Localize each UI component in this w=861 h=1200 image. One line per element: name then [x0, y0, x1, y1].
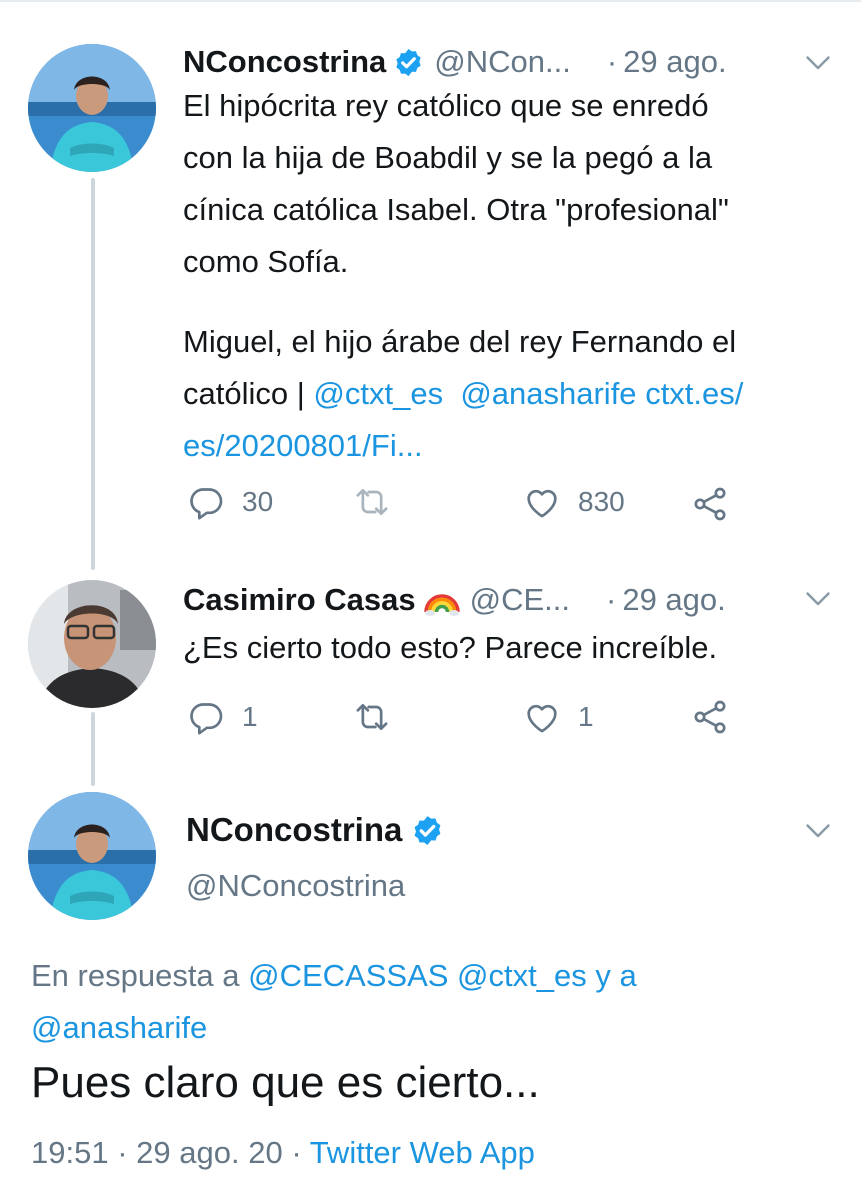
retweet-icon: [352, 482, 392, 522]
tweet-text-paragraph-2: Miguel, el hijo árabe del rey Fernando e…: [183, 316, 833, 472]
url-link[interactable]: es/20200801/Fi...: [183, 428, 423, 463]
url-link[interactable]: ctxt.es/: [645, 376, 743, 411]
author-name[interactable]: NConcostrina: [183, 44, 386, 80]
mention-link[interactable]: @CECASSAS @ctxt_es: [248, 958, 587, 993]
author-handle[interactable]: @NCon...: [434, 44, 571, 80]
chevron-down-icon[interactable]: [800, 580, 836, 616]
source-link[interactable]: Twitter Web App: [310, 1135, 535, 1170]
text-line: católico | @ctxt_es @anasharife ctxt.es/: [183, 368, 833, 420]
reply-and[interactable]: y a: [587, 958, 636, 993]
chevron-down-icon[interactable]: [800, 812, 836, 848]
share-button[interactable]: [690, 484, 730, 524]
text-line: Miguel, el hijo árabe del rey Fernando e…: [183, 324, 737, 359]
tweet-date[interactable]: 29 ago.: [623, 44, 726, 80]
thread-line: [91, 178, 95, 570]
share-button[interactable]: [690, 697, 730, 737]
author-name[interactable]: NConcostrina: [186, 811, 402, 849]
text-line: cínica católica Isabel. Otra "profesiona…: [183, 192, 729, 227]
like-button[interactable]: 1: [522, 697, 594, 737]
tweet-date[interactable]: 29 ago.: [622, 582, 725, 618]
reply-count: 1: [242, 701, 258, 732]
tweet-text: Pues claro que es cierto...: [31, 1058, 540, 1107]
retweet-icon: [352, 697, 392, 737]
share-icon: [690, 484, 730, 524]
avatar[interactable]: [28, 792, 156, 920]
text-line: es/20200801/Fi...: [183, 420, 833, 472]
verified-badge-icon: [411, 814, 444, 847]
mention-link[interactable]: @ctxt_es: [313, 376, 443, 411]
like-icon: [522, 697, 562, 737]
tweet-time[interactable]: 19:51: [31, 1135, 109, 1170]
reply-count: 30: [242, 486, 274, 517]
tweet-text: El hipócrita rey católico que se enredó …: [183, 80, 833, 288]
text-line: como Sofía.: [183, 244, 349, 279]
author-name[interactable]: Casimiro Casas: [183, 582, 416, 618]
separator-dot: ·: [291, 1135, 302, 1170]
author-name-row: NConcostrina: [186, 808, 444, 852]
reply-prefix: En respuesta a: [31, 958, 249, 993]
reply-context: En respuesta a @CECASSAS @ctxt_es y a @a…: [31, 950, 831, 1054]
share-icon: [690, 697, 730, 737]
text-line: El hipócrita rey católico que se enredó: [183, 88, 709, 123]
like-count: 1: [578, 701, 594, 732]
chevron-down-icon[interactable]: [800, 44, 836, 80]
tweet-date[interactable]: 29 ago. 20: [136, 1135, 283, 1170]
separator-dot: ·: [117, 1135, 128, 1170]
like-count: 830: [578, 486, 625, 517]
separator-dot: ·: [606, 582, 617, 617]
avatar[interactable]: [28, 44, 156, 172]
like-button[interactable]: 830: [522, 482, 625, 522]
text-prefix: católico |: [183, 376, 314, 411]
mention-link[interactable]: @anasharife: [460, 376, 636, 411]
tweet-header: NConcostrina @NCon... · 29 ago.: [183, 42, 727, 82]
like-icon: [522, 482, 562, 522]
reply-icon: [186, 482, 226, 522]
mention-link[interactable]: @anasharife: [31, 1010, 207, 1045]
avatar[interactable]: [28, 580, 156, 708]
retweet-button[interactable]: [352, 482, 408, 522]
reply-icon: [186, 697, 226, 737]
retweet-button[interactable]: [352, 697, 408, 737]
tweet-header: Casimiro Casas @CE... · 29 ago.: [183, 580, 726, 620]
text-line: con la hija de Boabdil y se la pegó a la: [183, 140, 713, 175]
text-line: ¿Es cierto todo esto? Parece increíble.: [183, 630, 718, 665]
verified-badge-icon: [393, 47, 424, 78]
reply-button[interactable]: 1: [186, 697, 258, 737]
reply-button[interactable]: 30: [186, 482, 273, 522]
top-divider: [0, 0, 861, 2]
author-handle[interactable]: @NConcostrina: [186, 868, 405, 904]
author-handle[interactable]: @CE...: [470, 582, 570, 618]
rainbow-emoji: [423, 582, 460, 618]
thread-line: [91, 712, 95, 786]
tweet-text: ¿Es cierto todo esto? Parece increíble.: [183, 622, 833, 674]
separator-dot: ·: [606, 44, 618, 79]
tweet-meta: 19:51 · 29 ago. 20 · Twitter Web App: [31, 1135, 535, 1171]
